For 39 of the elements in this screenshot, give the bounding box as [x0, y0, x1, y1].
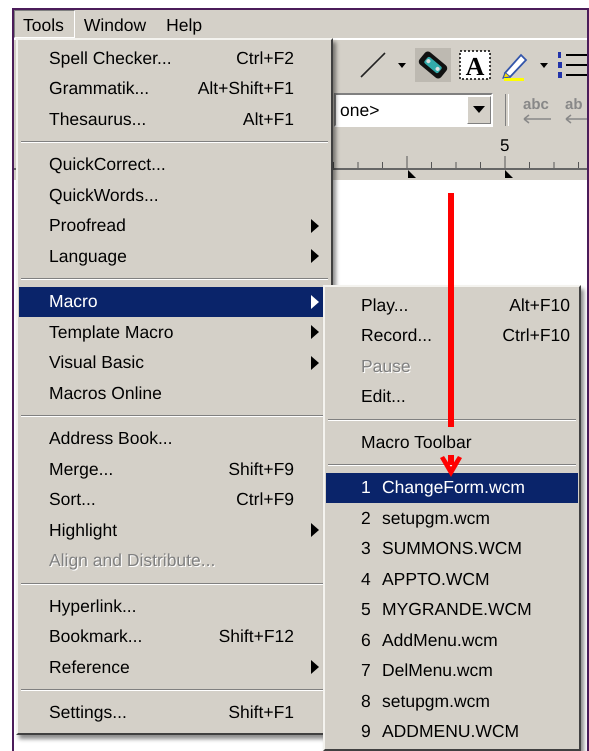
shortcut-label: Ctrl+F2	[236, 48, 295, 69]
menu-item[interactable]: 1 ChangeForm.wcm	[326, 472, 578, 503]
menu-item[interactable]: Macro Toolbar	[326, 427, 578, 458]
shortcut-label: Shift+F1	[228, 702, 295, 724]
menu-item[interactable]: 4 APPTO.WCM	[326, 564, 578, 594]
menu-item[interactable]: 3 SUMMONS.WCM	[326, 534, 578, 564]
tab-marker-icon[interactable]	[408, 170, 416, 178]
shortcut-label: Alt+F1	[242, 108, 295, 130]
menu-item[interactable]: QuickCorrect...	[19, 150, 330, 180]
menu-item[interactable]: Thesaurus... Alt+F1	[19, 104, 330, 134]
tab-marker-icon[interactable]	[505, 170, 513, 178]
dropdown-arrow-icon	[473, 106, 486, 114]
shortcut-label: Alt+Shift+F1	[198, 78, 295, 100]
text-box-icon[interactable]: A	[459, 50, 491, 80]
shortcut-label: Shift+F12	[218, 626, 295, 648]
menu-item[interactable]: QuickWords...	[19, 180, 330, 210]
ruler-number: 5	[500, 136, 510, 155]
tape-icon[interactable]	[415, 48, 451, 82]
menu-item[interactable]: Record... Ctrl+F10	[326, 320, 578, 351]
menu-item[interactable]: Language	[19, 241, 330, 272]
style-dropdown[interactable]: one>	[334, 93, 494, 127]
menu-item[interactable]: 6 AddMenu.wcm	[326, 625, 578, 656]
menu-item[interactable]: 7 DelMenu.wcm	[326, 656, 578, 686]
menu-item[interactable]: 2 setupgm.wcm	[326, 503, 578, 534]
shortcut-label: Alt+F10	[509, 294, 571, 316]
menu-bar-item[interactable]: Tools	[14, 10, 75, 38]
shortcut-label: Ctrl+F10	[502, 325, 571, 346]
numbered-list-icon[interactable]	[557, 49, 587, 81]
menu-item[interactable]: Proofread	[19, 210, 330, 241]
menu-bar-item[interactable]: Help	[157, 10, 214, 38]
menu-item[interactable]: 9 ADDMENU.WCM	[326, 716, 578, 747]
menu-item[interactable]: 5 MYGRANDE.WCM	[326, 594, 578, 625]
shortcut-label: Ctrl+F9	[236, 489, 295, 510]
menu-item[interactable]: Spell Checker... Ctrl+F2	[19, 43, 330, 74]
menu-item[interactable]: 8 setupgm.wcm	[326, 686, 578, 716]
shortcut-label: Shift+F9	[228, 458, 295, 480]
menu-item[interactable]: Edit...	[326, 382, 578, 412]
menu-item[interactable]: Grammatik... Alt+Shift+F1	[19, 74, 330, 104]
menu-bar-item[interactable]: Window	[74, 10, 158, 38]
